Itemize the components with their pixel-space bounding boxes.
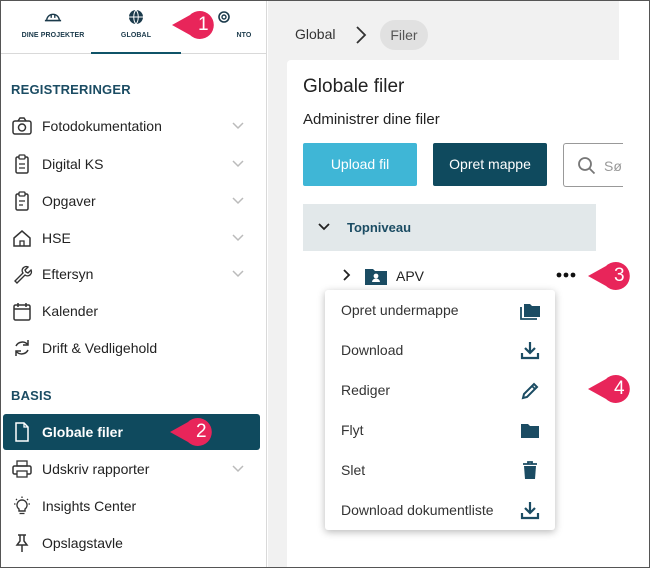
globe-icon — [129, 9, 143, 25]
sidebar-item-insights-center[interactable]: Insights Center — [3, 488, 260, 524]
folder-icon — [521, 424, 539, 438]
sidebar-item-label: Kalender — [42, 303, 99, 319]
sidebar-item-label: Eftersyn — [42, 266, 94, 282]
menu-item-download[interactable]: Download — [325, 330, 555, 370]
sidebar-item-udskriv-rapporter[interactable]: Udskriv rapporter — [3, 451, 260, 487]
callout-3: 3 — [586, 258, 646, 294]
sidebar-item-label: Drift & Vedligehold — [42, 340, 158, 356]
chevron-down-icon[interactable] — [231, 195, 245, 205]
menu-item-label: Opret undermappe — [341, 302, 459, 318]
callout-number: 1 — [198, 14, 209, 35]
callout-number: 4 — [614, 378, 625, 399]
breadcrumb-current: Filer — [380, 20, 428, 50]
sidebar-item-hse[interactable]: HSE — [3, 220, 260, 256]
menu-item-opret-undermappe[interactable]: Opret undermappe — [325, 290, 555, 330]
nav-label: DINE PROJEKTER — [21, 32, 85, 39]
menu-item-label: Slet — [341, 462, 366, 478]
download-icon — [520, 342, 540, 360]
chevron-down-icon[interactable] — [231, 268, 245, 278]
upload-file-button[interactable]: Upload fil — [303, 143, 417, 186]
sidebar-item-label: Opslagstavle — [42, 535, 123, 551]
menu-item-label: Rediger — [341, 382, 391, 398]
file-icon — [15, 422, 29, 442]
nav-dine-projekter[interactable]: DINE PROJEKTER — [9, 1, 97, 54]
chevron-right-icon[interactable] — [341, 268, 353, 282]
more-options-icon[interactable] — [554, 268, 578, 282]
nav-global[interactable]: GLOBAL — [91, 1, 181, 54]
sidebar-item-label: Fotodokumentation — [42, 118, 162, 134]
search-icon — [578, 157, 596, 175]
chevron-down-icon[interactable] — [231, 232, 245, 242]
sidebar-item-label: Insights Center — [42, 498, 137, 514]
house-icon — [13, 230, 31, 247]
callout-1: 1 — [170, 7, 230, 43]
sidebar-item-eftersyn[interactable]: Eftersyn — [3, 256, 260, 292]
sidebar-item-drift-vedligehold[interactable]: Drift & Vedligehold — [3, 330, 260, 366]
trash-icon — [523, 461, 537, 479]
tree-root-label: Topniveau — [347, 220, 412, 235]
calendar-icon — [13, 303, 31, 321]
menu-item-download-dokumentliste[interactable]: Download dokumentliste — [325, 490, 555, 530]
sidebar-item-opgaver[interactable]: Opgaver — [3, 183, 260, 219]
refresh-icon — [15, 340, 29, 356]
nav-label: GLOBAL — [120, 32, 152, 39]
menu-item-label: Download — [341, 342, 404, 358]
sidebar-item-label: HSE — [42, 230, 71, 246]
clipboard-icon — [15, 154, 29, 174]
callout-4: 4 — [586, 371, 646, 407]
tree-root-row[interactable]: Topniveau — [303, 204, 596, 251]
menu-item-label: Flyt — [341, 422, 364, 438]
folder-user-icon — [365, 269, 387, 285]
sidebar-item-fotodokumentation[interactable]: Fotodokumentation — [3, 108, 260, 144]
page-subtitle: Administrer dine filer — [303, 111, 440, 128]
chevron-right-icon — [356, 26, 367, 44]
menu-item-flyt[interactable]: Flyt — [325, 410, 555, 450]
sidebar-item-label: Digital KS — [42, 156, 104, 172]
context-menu: Opret undermappe Download Rediger Flyt S… — [325, 290, 555, 530]
section-basis: BASIS — [11, 388, 52, 403]
callout-2: 2 — [168, 414, 228, 450]
sidebar-item-digital-ks[interactable]: Digital KS — [3, 146, 260, 182]
chevron-down-icon[interactable] — [231, 463, 245, 473]
hardhat-icon — [44, 13, 62, 22]
printer-icon — [12, 460, 32, 478]
search-input[interactable]: Sø — [563, 143, 623, 187]
menu-item-label: Download dokumentliste — [341, 502, 494, 518]
chevron-down-icon[interactable] — [231, 120, 245, 130]
wrench-icon — [14, 265, 33, 284]
breadcrumb-global[interactable]: Global — [295, 26, 335, 42]
chevron-down-icon[interactable] — [317, 222, 331, 232]
camera-icon — [12, 117, 32, 135]
sidebar-item-opslagstavle[interactable]: Opslagstavle — [3, 525, 260, 561]
sidebar: DINE PROJEKTER GLOBAL NTO REGISTRERINGER… — [1, 1, 267, 567]
download-icon — [520, 502, 540, 520]
sidebar-item-kalender[interactable]: Kalender — [3, 293, 260, 329]
lightbulb-icon — [14, 496, 30, 515]
sidebar-item-label: Globale filer — [42, 424, 123, 440]
folders-icon — [520, 304, 540, 320]
search-placeholder: Sø — [604, 158, 622, 174]
page-title: Globale filer — [303, 76, 405, 97]
menu-item-rediger[interactable]: Rediger — [325, 370, 555, 410]
pencil-icon — [521, 382, 539, 400]
chevron-down-icon[interactable] — [231, 158, 245, 168]
section-registreringer: REGISTRERINGER — [11, 82, 131, 97]
pin-icon — [15, 534, 29, 552]
clipboard-check-icon — [15, 191, 29, 211]
create-folder-button[interactable]: Opret mappe — [433, 143, 547, 186]
sidebar-item-label: Udskriv rapporter — [42, 461, 150, 477]
sidebar-item-label: Opgaver — [42, 193, 96, 209]
callout-number: 3 — [614, 265, 625, 286]
folder-label[interactable]: APV — [396, 268, 424, 284]
callout-number: 2 — [196, 421, 207, 442]
menu-item-slet[interactable]: Slet — [325, 450, 555, 490]
